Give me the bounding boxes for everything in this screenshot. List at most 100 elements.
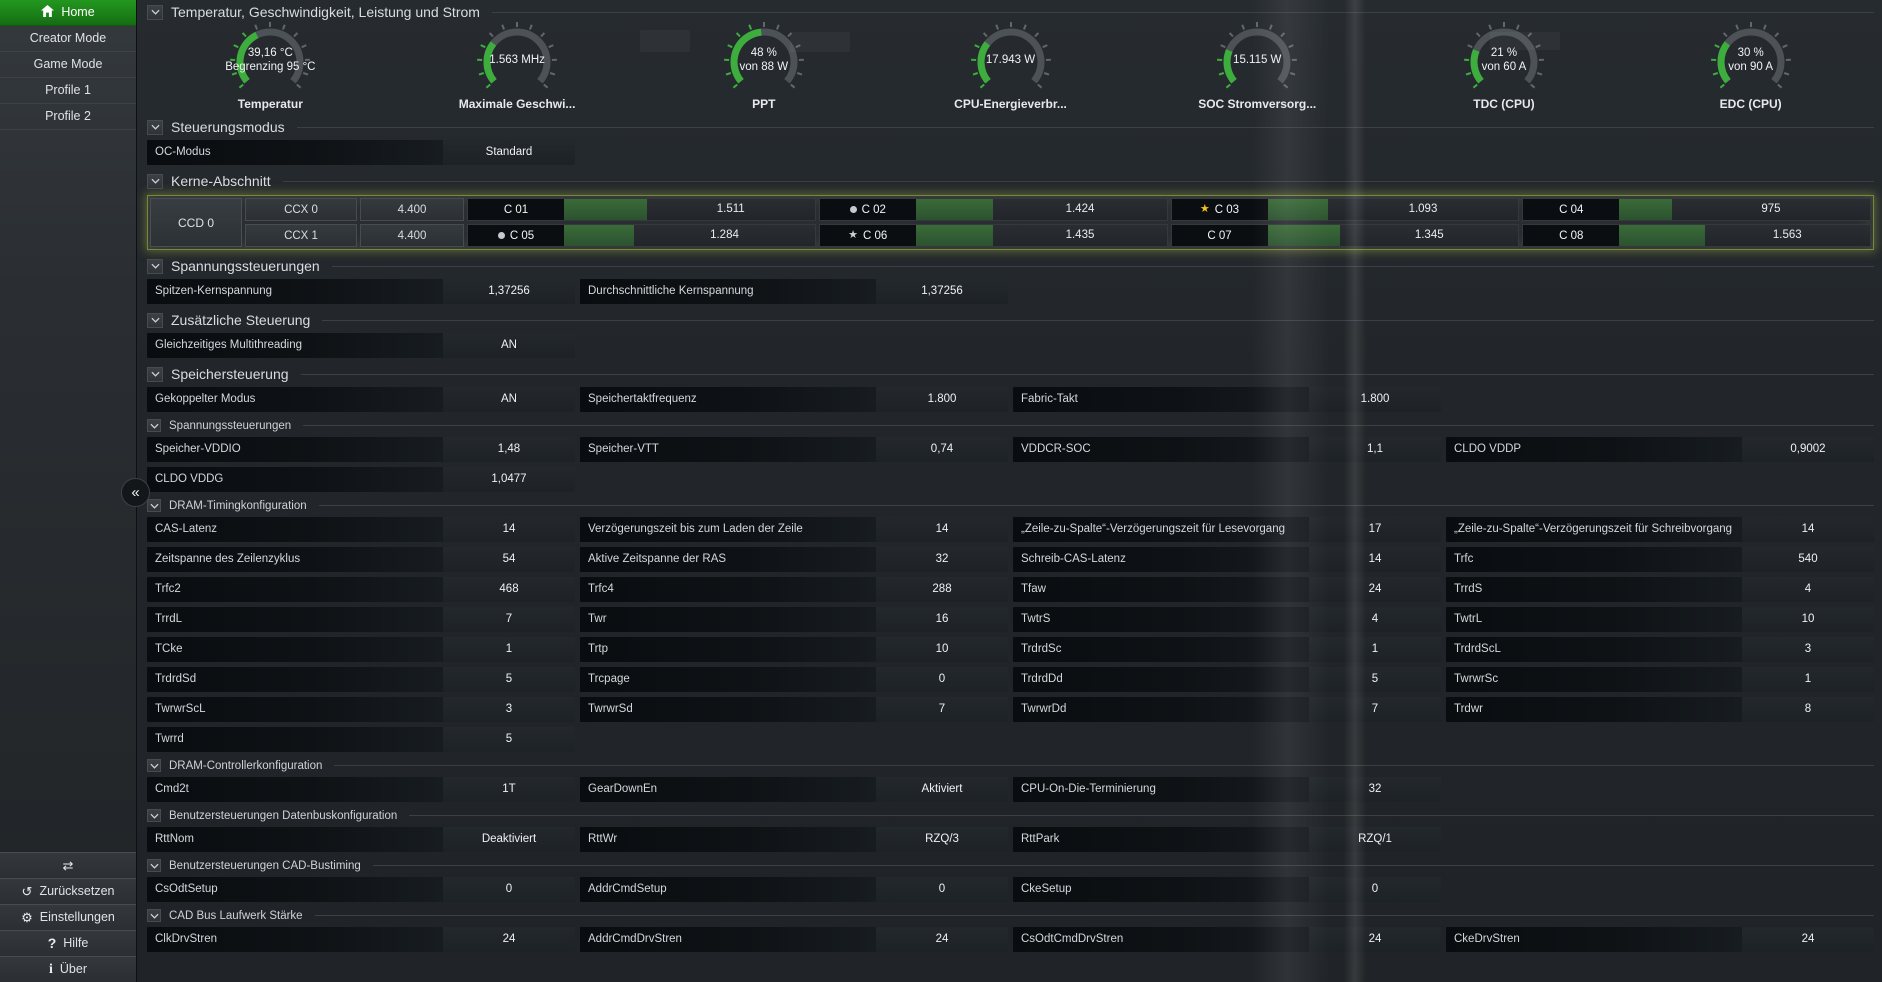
field-value[interactable]: AN <box>443 387 575 412</box>
field-value[interactable]: 1.800 <box>876 387 1008 412</box>
chevron-down-icon[interactable] <box>147 499 161 512</box>
field-label: CkeDrvStren <box>1446 927 1742 952</box>
core-cell-c-01[interactable]: C 01 1.511 <box>467 198 816 221</box>
sidebar-collapse-button[interactable]: « <box>121 478 150 507</box>
field-spitzen-kernspannung: Spitzen-Kernspannung 1,37256 <box>147 279 575 304</box>
chevron-down-icon[interactable] <box>147 859 161 872</box>
field-value[interactable]: 1 <box>443 637 575 662</box>
field-value[interactable]: RZQ/1 <box>1309 827 1441 852</box>
field-value[interactable]: 14 <box>1309 547 1441 572</box>
field-twtrl: TwtrL 10 <box>1446 607 1874 632</box>
field-value[interactable]: 16 <box>876 607 1008 632</box>
gauge-value-line1: 1.563 MHz <box>489 54 545 66</box>
gauge-value-line2: Begrenzing 95 °C <box>225 61 316 73</box>
sidebar-view-toggle-button[interactable]: ⇄ <box>0 852 136 878</box>
field-value[interactable]: 4 <box>1742 577 1874 602</box>
sidebar-item-einstellungen[interactable]: ⚙ Einstellungen <box>0 904 136 930</box>
field-value[interactable]: 3 <box>443 697 575 722</box>
field-row: Gekoppelter Modus AN Speichertaktfrequenz 1… <box>147 387 1874 412</box>
field-value[interactable]: 1,37256 <box>443 279 575 304</box>
field-value[interactable]: 14 <box>876 517 1008 542</box>
field-value[interactable]: 7 <box>876 697 1008 722</box>
sidebar-item-ber[interactable]: i Über <box>0 956 136 982</box>
field-value[interactable]: 1,1 <box>1309 437 1441 462</box>
field-label: Aktive Zeitspanne der RAS <box>580 547 876 572</box>
field-row: RttNom Deaktiviert RttWr RZQ/3 RttPark RZQ/1 <box>147 827 1874 852</box>
field-value[interactable]: 0 <box>1309 877 1441 902</box>
field-value[interactable]: AN <box>443 333 575 358</box>
core-cell-c-03[interactable]: ★ C 03 1.093 <box>1170 198 1520 221</box>
core-cell-c-04[interactable]: C 04 975 <box>1522 198 1871 221</box>
core-name-label: C 01 <box>468 199 564 220</box>
sidebar-item-zur-cksetzen[interactable]: ↺ Zurücksetzen <box>0 878 136 904</box>
chevron-down-icon[interactable] <box>147 909 161 922</box>
field-value[interactable]: 1,37256 <box>876 279 1008 304</box>
chevron-down-icon[interactable] <box>147 4 163 20</box>
gauge-dial: 21 % von 60 A <box>1449 22 1559 96</box>
field-value[interactable]: 5 <box>443 667 575 692</box>
field-value[interactable]: 3 <box>1742 637 1874 662</box>
core-cell-c-06[interactable]: ★ C 06 1.435 <box>818 224 1168 247</box>
sidebar-item-creator-mode[interactable]: Creator Mode <box>0 26 136 52</box>
chevron-down-icon[interactable] <box>147 312 163 328</box>
field-value[interactable]: 0 <box>443 877 575 902</box>
field-trdrddd: TrdrdDd 5 <box>1013 667 1441 692</box>
core-speed-value: 1.435 <box>1065 229 1095 241</box>
field-value[interactable]: 1T <box>443 777 575 802</box>
core-cell-c-02[interactable]: C 02 1.424 <box>818 198 1168 221</box>
field-value[interactable]: 7 <box>1309 697 1441 722</box>
field-value[interactable]: 24 <box>1742 927 1874 952</box>
field-value[interactable]: 24 <box>1309 927 1441 952</box>
field-value[interactable]: 468 <box>443 577 575 602</box>
field-rttnom: RttNom Deaktiviert <box>147 827 575 852</box>
field-value[interactable]: 0 <box>876 877 1008 902</box>
field-value[interactable]: 17 <box>1309 517 1441 542</box>
field-value[interactable]: 540 <box>1742 547 1874 572</box>
field-value[interactable]: 288 <box>876 577 1008 602</box>
chevron-down-icon[interactable] <box>147 173 163 189</box>
core-cell-c-07[interactable]: C 07 1.345 <box>1170 224 1520 247</box>
core-cell-c-05[interactable]: C 05 1.284 <box>467 224 816 247</box>
field-value[interactable]: 24 <box>876 927 1008 952</box>
field-value[interactable]: 24 <box>1309 577 1441 602</box>
field-value[interactable]: 14 <box>443 517 575 542</box>
field-value[interactable]: 5 <box>1309 667 1441 692</box>
field-value[interactable]: 0,9002 <box>1742 437 1874 462</box>
chevron-down-icon[interactable] <box>147 759 161 772</box>
field-value[interactable]: 0 <box>876 667 1008 692</box>
field-value[interactable]: Standard <box>443 140 575 165</box>
field-value[interactable]: 7 <box>443 607 575 632</box>
field-value[interactable]: RZQ/3 <box>876 827 1008 852</box>
field-value[interactable]: Deaktiviert <box>443 827 575 852</box>
field-value[interactable]: Aktiviert <box>876 777 1008 802</box>
field-value[interactable]: 32 <box>876 547 1008 572</box>
sidebar-item-hilfe[interactable]: ? Hilfe <box>0 930 136 956</box>
field-value[interactable]: 4 <box>1309 607 1441 632</box>
field-value[interactable]: 8 <box>1742 697 1874 722</box>
field-value[interactable]: 10 <box>1742 607 1874 632</box>
field-value[interactable]: 54 <box>443 547 575 572</box>
field-value[interactable]: 1,48 <box>443 437 575 462</box>
field-value[interactable]: 10 <box>876 637 1008 662</box>
sidebar-item-home[interactable]: Home <box>0 0 136 26</box>
chevron-down-icon[interactable] <box>147 119 163 135</box>
field-value[interactable]: 1.800 <box>1309 387 1441 412</box>
field-value[interactable]: 1 <box>1309 637 1441 662</box>
core-cell-c-08[interactable]: C 08 1.563 <box>1522 224 1871 247</box>
sidebar-item-profile-2[interactable]: Profile 2 <box>0 104 136 130</box>
sidebar-item-game-mode[interactable]: Game Mode <box>0 52 136 78</box>
field-value[interactable]: 1 <box>1742 667 1874 692</box>
chevron-down-icon[interactable] <box>147 258 163 274</box>
field-value[interactable]: 24 <box>443 927 575 952</box>
field-value[interactable]: 1,0477 <box>443 467 575 492</box>
field-value[interactable]: 0,74 <box>876 437 1008 462</box>
sidebar-item-profile-1[interactable]: Profile 1 <box>0 78 136 104</box>
chevron-down-icon[interactable] <box>147 419 161 432</box>
chevron-down-icon[interactable] <box>147 809 161 822</box>
gauge-value-line1: 21 % <box>1490 47 1518 59</box>
field-value[interactable]: 32 <box>1309 777 1441 802</box>
field-value[interactable]: 5 <box>443 727 575 752</box>
field-value[interactable]: 14 <box>1742 517 1874 542</box>
gauge-edc-cpu: 30 % von 90 A EDC (CPU) <box>1627 22 1874 111</box>
chevron-down-icon[interactable] <box>147 366 163 382</box>
